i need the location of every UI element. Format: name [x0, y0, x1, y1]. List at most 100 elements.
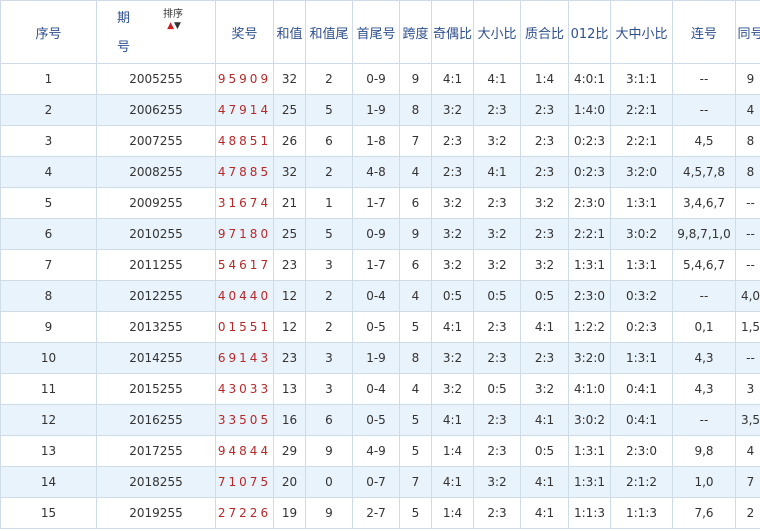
- sort-up-icon: ▲: [167, 21, 174, 31]
- col-header-first-last: 首尾号: [352, 0, 400, 64]
- cell-odd-even: 4:1: [431, 63, 474, 95]
- cell-first-last: 1-7: [352, 187, 400, 219]
- cell-odd-even: 3:2: [431, 373, 474, 405]
- cell-first-last: 0-5: [352, 404, 400, 436]
- cell-seq: 14: [0, 466, 97, 498]
- cell-prime-composite: 4:1: [520, 311, 569, 343]
- col-header-same: 同号: [735, 0, 760, 64]
- cell-seq: 9: [0, 311, 97, 343]
- cell-sum: 13: [273, 373, 306, 405]
- cell-same: 4: [735, 435, 760, 467]
- cell-prize: 01551: [215, 311, 274, 343]
- cell-sum: 19: [273, 497, 306, 529]
- cell-sum: 12: [273, 311, 306, 343]
- cell-prize: 97180: [215, 218, 274, 250]
- cell-consecutive: --: [672, 94, 736, 126]
- cell-same: --: [735, 218, 760, 250]
- table-row: 14 2018255 71075 20 0 0-7 7 4:1 3:2 4:1 …: [0, 466, 760, 498]
- cell-sum: 12: [273, 280, 306, 312]
- cell-ratio-012: 2:3:0: [568, 187, 611, 219]
- cell-seq: 13: [0, 435, 97, 467]
- cell-big-mid-small: 1:3:1: [610, 187, 673, 219]
- cell-consecutive: 4,5: [672, 125, 736, 157]
- cell-first-last: 0-9: [352, 63, 400, 95]
- cell-sum-tail: 2: [305, 311, 353, 343]
- cell-consecutive: 4,3: [672, 342, 736, 374]
- cell-ratio-012: 0:2:3: [568, 156, 611, 188]
- cell-big-small: 2:3: [473, 404, 521, 436]
- cell-span: 5: [399, 435, 432, 467]
- cell-sum: 25: [273, 94, 306, 126]
- cell-ratio-012: 1:1:3: [568, 497, 611, 529]
- cell-sum: 23: [273, 342, 306, 374]
- col-header-prime-composite: 质合比: [520, 0, 569, 64]
- cell-sum-tail: 5: [305, 218, 353, 250]
- cell-first-last: 4-8: [352, 156, 400, 188]
- cell-big-small: 4:1: [473, 156, 521, 188]
- cell-same: 8: [735, 125, 760, 157]
- cell-first-last: 1-7: [352, 249, 400, 281]
- cell-big-small: 2:3: [473, 94, 521, 126]
- cell-sum: 32: [273, 156, 306, 188]
- cell-big-mid-small: 2:2:1: [610, 125, 673, 157]
- cell-odd-even: 3:2: [431, 249, 474, 281]
- col-header-consecutive: 连号: [672, 0, 736, 64]
- table-row: 7 2011255 54617 23 3 1-7 6 3:2 3:2 3:2 1…: [0, 249, 760, 281]
- cell-big-small: 0:5: [473, 280, 521, 312]
- cell-sum-tail: 2: [305, 280, 353, 312]
- cell-seq: 6: [0, 218, 97, 250]
- cell-sum-tail: 2: [305, 63, 353, 95]
- cell-sum-tail: 9: [305, 435, 353, 467]
- cell-prime-composite: 3:2: [520, 249, 569, 281]
- cell-big-mid-small: 3:1:1: [610, 63, 673, 95]
- cell-first-last: 1-8: [352, 125, 400, 157]
- table-header-row: 序号 期 号 排序 ▲▼ 奖号 和值 和值尾 首尾号 跨度 奇偶比 大小比 质合…: [0, 0, 760, 64]
- cell-big-small: 2:3: [473, 187, 521, 219]
- cell-odd-even: 3:2: [431, 342, 474, 374]
- sort-label: 排序: [163, 9, 183, 20]
- cell-prime-composite: 4:1: [520, 497, 569, 529]
- sort-down-icon: ▼: [174, 21, 181, 31]
- cell-prime-composite: 0:5: [520, 280, 569, 312]
- cell-prime-composite: 2:3: [520, 125, 569, 157]
- cell-big-small: 3:2: [473, 249, 521, 281]
- cell-first-last: 2-7: [352, 497, 400, 529]
- cell-big-mid-small: 1:1:3: [610, 497, 673, 529]
- sort-button[interactable]: 排序 ▲▼: [161, 9, 185, 31]
- cell-seq: 3: [0, 125, 97, 157]
- cell-span: 9: [399, 63, 432, 95]
- cell-prime-composite: 2:3: [520, 218, 569, 250]
- cell-same: 1,5: [735, 311, 760, 343]
- table-row: 4 2008255 47885 32 2 4-8 4 2:3 4:1 2:3 0…: [0, 156, 760, 188]
- cell-first-last: 0-4: [352, 373, 400, 405]
- cell-consecutive: 5,4,6,7: [672, 249, 736, 281]
- cell-consecutive: --: [672, 63, 736, 95]
- cell-seq: 11: [0, 373, 97, 405]
- cell-sum-tail: 2: [305, 156, 353, 188]
- cell-period: 2011255: [96, 249, 216, 281]
- cell-same: --: [735, 187, 760, 219]
- cell-sum: 16: [273, 404, 306, 436]
- cell-prize: 71075: [215, 466, 274, 498]
- col-header-prize: 奖号: [215, 0, 274, 64]
- cell-same: --: [735, 249, 760, 281]
- table-row: 13 2017255 94844 29 9 4-9 5 1:4 2:3 0:5 …: [0, 435, 760, 467]
- table-body: 1 2005255 95909 32 2 0-9 9 4:1 4:1 1:4 4…: [0, 63, 760, 529]
- cell-sum-tail: 3: [305, 249, 353, 281]
- cell-prize: 47914: [215, 94, 274, 126]
- cell-ratio-012: 4:0:1: [568, 63, 611, 95]
- cell-big-small: 2:3: [473, 435, 521, 467]
- cell-span: 4: [399, 373, 432, 405]
- cell-seq: 5: [0, 187, 97, 219]
- cell-first-last: 4-9: [352, 435, 400, 467]
- cell-prize: 33505: [215, 404, 274, 436]
- cell-seq: 10: [0, 342, 97, 374]
- cell-odd-even: 3:2: [431, 94, 474, 126]
- cell-consecutive: 7,6: [672, 497, 736, 529]
- cell-odd-even: 4:1: [431, 466, 474, 498]
- sort-arrows: ▲▼: [163, 21, 185, 31]
- cell-span: 7: [399, 466, 432, 498]
- cell-odd-even: 2:3: [431, 125, 474, 157]
- table-row: 12 2016255 33505 16 6 0-5 5 4:1 2:3 4:1 …: [0, 404, 760, 436]
- cell-same: --: [735, 342, 760, 374]
